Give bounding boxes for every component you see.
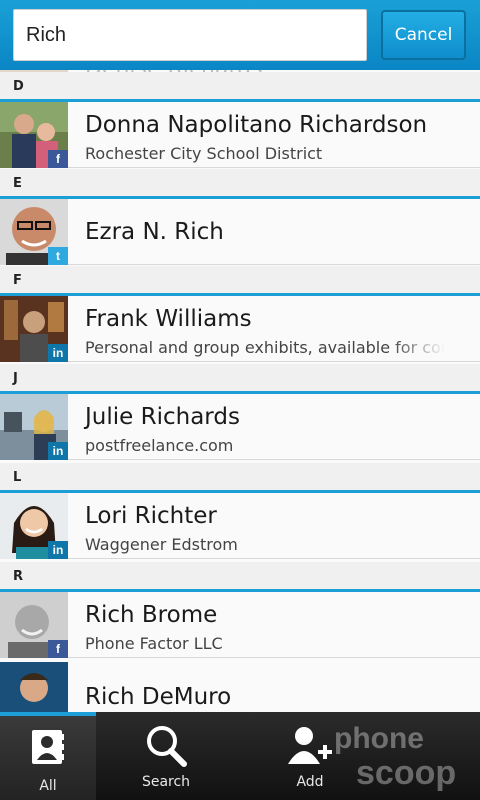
section-letter: J	[13, 371, 18, 386]
section-letter: F	[13, 273, 22, 288]
list-item-rich-demuro[interactable]: Rich DeMuro	[0, 662, 480, 712]
svg-text:phone: phone	[334, 722, 424, 755]
cancel-button[interactable]: Cancel	[381, 10, 466, 60]
bottom-action-bar: All Search Add phone scoop	[0, 712, 480, 800]
contact-list[interactable]: Denise Richards D f Donna Napolitano Ric…	[0, 70, 480, 712]
avatar: f	[0, 592, 68, 658]
section-letter: L	[13, 470, 22, 485]
facebook-icon: f	[48, 640, 68, 658]
contact-name: Rich Brome	[85, 602, 218, 628]
search-header: Cancel	[0, 0, 480, 70]
linkedin-icon: in	[48, 442, 68, 460]
section-header-f: F	[0, 266, 480, 296]
twitter-icon: t	[48, 247, 68, 265]
section-header-d: D	[0, 72, 480, 102]
tab-search[interactable]: Search	[118, 712, 214, 800]
section-letter: R	[13, 569, 24, 584]
avatar	[0, 662, 68, 712]
list-item-donna[interactable]: f Donna Napolitano Richardson Rochester …	[0, 102, 480, 168]
avatar: in	[0, 493, 68, 559]
linkedin-icon: in	[48, 344, 68, 362]
list-item-julie[interactable]: in Julie Richards postfreelance.com	[0, 394, 480, 460]
linkedin-icon: in	[48, 541, 68, 559]
search-icon	[147, 726, 187, 767]
avatar: in	[0, 394, 68, 460]
contact-name: Ezra N. Rich	[85, 219, 224, 245]
section-letter: D	[13, 79, 24, 94]
facebook-icon: f	[48, 150, 68, 168]
contact-name: Julie Richards	[85, 404, 240, 430]
contacts-book-icon	[32, 730, 64, 764]
contact-name: Lori Richter	[85, 503, 217, 529]
contact-subtitle: postfreelance.com	[85, 436, 234, 455]
list-item-lori[interactable]: in Lori Richter Waggener Edstrom	[0, 493, 480, 559]
list-item-rich-brome[interactable]: f Rich Brome Phone Factor LLC	[0, 592, 480, 658]
list-item-frank[interactable]: in Frank Williams Personal and group exh…	[0, 296, 480, 362]
tab-label: Search	[141, 774, 191, 790]
contact-subtitle: Rochester City School District	[85, 144, 323, 163]
contact-name: Frank Williams	[85, 306, 252, 332]
section-header-j: J	[0, 364, 480, 394]
avatar: f	[0, 102, 68, 168]
contact-name: Rich DeMuro	[85, 684, 232, 710]
svg-text:scoop: scoop	[356, 754, 456, 792]
contact-subtitle: Personal and group exhibits, available f…	[85, 338, 445, 357]
tab-label: All	[39, 778, 57, 794]
tab-all[interactable]: All	[0, 712, 96, 800]
contact-subtitle: Phone Factor LLC	[85, 634, 223, 653]
section-header-l: L	[0, 463, 480, 493]
section-letter: E	[13, 176, 22, 191]
section-header-e: E	[0, 169, 480, 199]
list-item-ezra[interactable]: t Ezra N. Rich	[0, 199, 480, 265]
avatar: in	[0, 296, 68, 362]
search-input[interactable]	[13, 9, 367, 61]
section-header-r: R	[0, 562, 480, 592]
avatar: t	[0, 199, 68, 265]
phonescoop-watermark-logo: phone scoop	[334, 722, 456, 792]
add-contact-icon	[288, 727, 332, 764]
contact-name: Donna Napolitano Richardson	[85, 112, 428, 138]
contact-subtitle: Waggener Edstrom	[85, 535, 238, 554]
